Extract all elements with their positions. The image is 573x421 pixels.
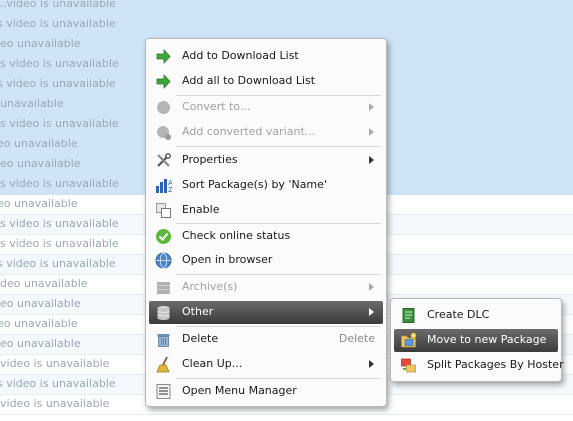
row-status-text: s video is unavailable	[0, 377, 116, 390]
download-list-row[interactable]: ...video is unavailable	[0, 0, 573, 15]
submenu-arrow-icon	[369, 360, 374, 368]
row-status-text: s video is unavailable	[0, 257, 116, 270]
green-arrow-icon	[155, 48, 172, 65]
row-status-text: s video is unavailable	[0, 77, 116, 90]
convert-to-label: Convert to...	[182, 100, 251, 113]
open-menu-manager-label: Open Menu Manager	[182, 384, 297, 397]
move-to-new-package-item[interactable]: Move to new Package	[394, 329, 558, 352]
open-in-browser-item[interactable]: Open in browser	[149, 249, 383, 272]
menu-separator	[176, 146, 380, 147]
row-status-text: s video is unavailable	[0, 117, 119, 130]
menu-manager-icon	[155, 383, 172, 400]
clean-up-item[interactable]: Clean Up...	[149, 353, 383, 376]
add-variant-icon	[155, 124, 172, 141]
tools-icon	[155, 152, 172, 169]
other-label: Other	[182, 305, 214, 318]
row-status-text: deo unavailable	[0, 277, 88, 290]
download-list-row[interactable]: s video is unavailable	[0, 15, 573, 35]
submenu-arrow-icon	[369, 103, 374, 111]
convert-icon	[155, 99, 172, 116]
row-status-text: s video is unavailable	[0, 217, 119, 230]
add-to-download-list-item[interactable]: Add to Download List	[149, 45, 383, 68]
green-arrow-icon	[155, 73, 172, 90]
add-all-to-download-list-label: Add all to Download List	[182, 74, 316, 87]
row-status-text: eo unavailable	[0, 137, 78, 150]
check-circle-icon	[155, 228, 172, 245]
convert-to-item[interactable]: Convert to...	[149, 96, 383, 119]
submenu-arrow-icon	[369, 308, 374, 316]
stack-icon	[155, 304, 172, 321]
submenu-arrow-icon	[369, 128, 374, 136]
row-status-text: eo unavailable	[0, 297, 81, 310]
new-package-icon	[400, 332, 417, 349]
row-status-text: s video is unavailable	[0, 237, 119, 250]
enable-item[interactable]: Enable	[149, 199, 383, 222]
open-in-browser-label: Open in browser	[182, 253, 273, 266]
menu-separator	[176, 223, 380, 224]
menu-separator	[176, 378, 380, 379]
delete-item[interactable]: Delete Delete	[149, 328, 383, 351]
enable-icon	[155, 202, 172, 219]
row-status-text: video is unavailable	[0, 397, 110, 410]
row-status-text: eo unavailable	[0, 37, 81, 50]
add-to-download-list-label: Add to Download List	[182, 49, 299, 62]
add-converted-variant-item[interactable]: Add converted variant...	[149, 121, 383, 144]
submenu-arrow-icon	[369, 283, 374, 291]
open-menu-manager-item[interactable]: Open Menu Manager	[149, 380, 383, 403]
sort-bars-icon: AZ	[155, 177, 173, 194]
sort-packages-item[interactable]: AZ Sort Package(s) by 'Name'	[149, 174, 383, 197]
split-packages-icon	[400, 357, 417, 374]
enable-label: Enable	[182, 203, 220, 216]
move-to-new-package-label: Move to new Package	[427, 333, 547, 346]
add-converted-variant-label: Add converted variant...	[182, 125, 316, 138]
globe-icon	[155, 252, 172, 269]
row-status-text: unavailable	[0, 97, 64, 110]
create-dlc-item[interactable]: Create DLC	[394, 304, 558, 327]
split-packages-by-hoster-item[interactable]: Split Packages By Hoster	[394, 354, 564, 377]
other-item[interactable]: Other	[149, 301, 383, 324]
clean-up-label: Clean Up...	[182, 357, 243, 370]
delete-label: Delete	[182, 332, 219, 345]
archives-label: Archive(s)	[182, 280, 238, 293]
svg-text:Z: Z	[168, 186, 172, 194]
row-status-text: eo unavailable	[0, 317, 78, 330]
context-menu: Add to Download List Add all to Download…	[145, 38, 387, 407]
row-status-text: eo unavailable	[0, 337, 81, 350]
row-status-text: s video is unavailable	[0, 17, 116, 30]
sort-packages-label: Sort Package(s) by 'Name'	[182, 178, 327, 191]
archives-item[interactable]: Archive(s)	[149, 276, 383, 299]
row-status-text: ...video is unavailable	[0, 0, 116, 10]
row-status-text: video is unavailable	[0, 357, 110, 370]
trash-icon	[155, 331, 172, 348]
row-status-text: eo unavailable	[0, 197, 78, 210]
submenu-arrow-icon	[369, 156, 374, 164]
broom-icon	[155, 356, 172, 373]
properties-item[interactable]: Properties	[149, 149, 383, 172]
check-online-status-item[interactable]: Check online status	[149, 225, 383, 248]
row-status-text: s video is unavailable	[0, 177, 119, 190]
delete-shortcut: Delete	[338, 332, 375, 345]
add-all-to-download-list-item[interactable]: Add all to Download List	[149, 70, 383, 93]
menu-separator	[176, 326, 380, 327]
create-dlc-label: Create DLC	[427, 308, 490, 321]
dlc-icon	[400, 307, 417, 324]
other-submenu: Create DLC Move to new Package Split Pac…	[390, 298, 564, 382]
properties-label: Properties	[182, 153, 238, 166]
row-status-text: eo unavailable	[0, 157, 81, 170]
split-packages-by-hoster-label: Split Packages By Hoster	[427, 358, 564, 371]
menu-separator	[176, 274, 380, 275]
check-online-status-label: Check online status	[182, 229, 291, 242]
row-status-text: s video is unavailable	[0, 57, 119, 70]
archive-icon	[155, 279, 172, 296]
